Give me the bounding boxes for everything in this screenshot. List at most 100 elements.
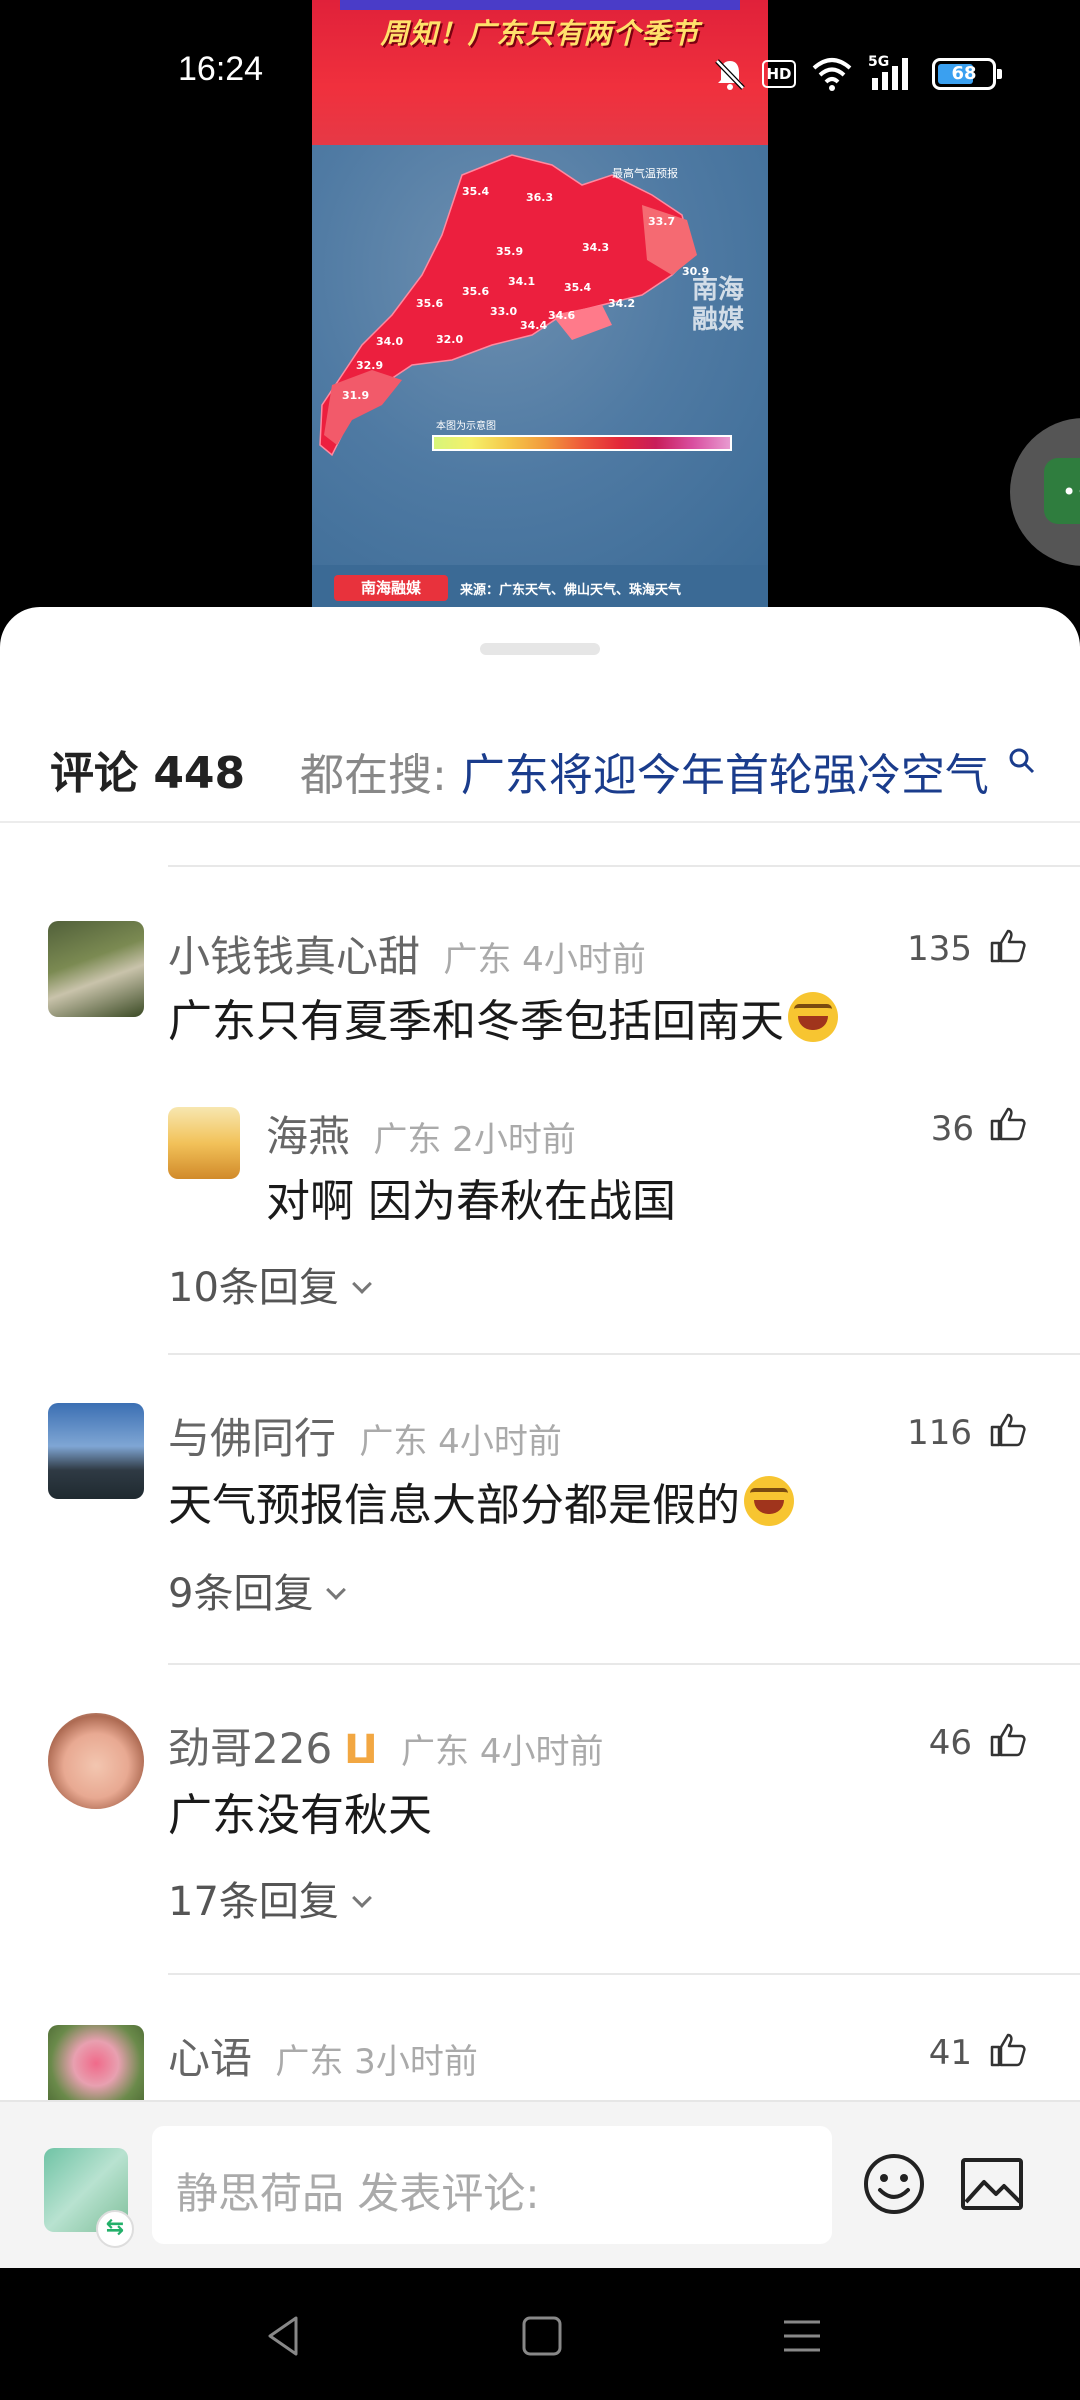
comment-input-placeholder: 静思荷品 发表评论: [176,2169,540,2218]
thread-divider [168,1973,1080,1975]
temp-label: 36.3 [526,191,554,204]
hd-icon: HD [762,60,796,88]
expand-replies-button[interactable]: 17条回复 [168,1869,372,1927]
search-icon[interactable] [1007,746,1037,776]
comment-author[interactable]: 与佛同行 广东 4小时前 [168,1405,562,1466]
map-legend-bar [432,435,732,451]
expand-replies-button[interactable]: 10条回复 [168,1255,372,1313]
thread-divider [168,1353,1080,1355]
comment-text: 广东没有秋天 [168,1790,432,1841]
reply-like-count: 36 [930,1109,974,1149]
comment-meta: 广东 3小时前 [275,2042,478,2082]
replies-count[interactable]: 10条回复 [168,1265,339,1311]
temp-label: 32.9 [356,359,384,372]
thread-divider [168,865,1080,867]
temp-label: 34.1 [508,275,536,288]
video-watermark: 南海融媒 [692,275,745,335]
video-footer: 南海融媒 来源：广东天气、佛山天气、珠海天气 [312,565,768,608]
status-icons: HD 5G 68 [712,52,1002,96]
reply-author-name[interactable]: 海燕 [266,1112,350,1161]
reply-meta: 广东 2小时前 [373,1120,576,1160]
thumbs-up-icon[interactable] [988,2029,1028,2069]
back-icon[interactable] [256,2308,312,2364]
video-banner-topbar [340,0,740,10]
replies-count[interactable]: 17条回复 [168,1879,339,1925]
video-area[interactable]: 周知！广东只有两个季节 最高气温预报 本图为示意图 南海融媒 35.4 36.3… [0,0,1080,640]
temp-label: 35.6 [462,285,490,298]
avatar[interactable] [48,1403,144,1499]
reply-text: 对啊 因为春秋在战国 [266,1176,676,1227]
hot-search-label: 都在搜: [300,750,447,801]
thread-divider [168,1663,1080,1665]
comment-text-content: 天气预报信息大部分都是假的 [168,1480,740,1531]
like-count: 116 [907,1413,972,1453]
reply-avatar[interactable] [168,1107,240,1179]
comment-text: 广东只有夏季和冬季包括回南天 [168,985,838,1049]
comment-author[interactable]: 劲哥226 ⵡ 广东 4小时前 [168,1715,603,1776]
emoji-icon[interactable] [862,2152,926,2216]
battery-tip [997,69,1002,79]
temp-label: 32.0 [436,333,464,346]
comment-author[interactable]: 小钱钱真心甜 广东 4小时前 [168,923,646,984]
expand-replies-button[interactable]: 9条回复 [168,1561,347,1619]
like-count: 41 [928,2033,972,2073]
temp-label: 30.9 [682,265,710,278]
temp-label: 35.9 [496,245,524,258]
temp-label: 34.4 [520,319,548,332]
comment-text-content: 广东只有夏季和冬季包括回南天 [168,996,784,1047]
temp-label: 33.7 [648,215,676,228]
avatar[interactable] [48,1713,144,1809]
battery-icon: 68 [932,58,1002,90]
like-count: 46 [928,1723,972,1763]
temp-label: 31.9 [342,389,370,402]
comment-sheet: 评论 448 都在搜: 广东将迎今年首轮强冷空气 小钱钱真心甜 广东 4小时前 … [0,607,1080,2267]
laughing-emoji-icon [744,1476,794,1526]
5g-signal-icon: 5G [868,54,918,92]
comment-author-name[interactable]: 心语 [168,2034,252,2083]
chevron-down-icon [352,1888,372,1908]
comment-meta: 广东 4小时前 [359,1422,562,1462]
wifi-icon [812,58,852,91]
video-source: 来源：广东天气、佛山天气、珠海天气 [460,583,682,598]
home-icon[interactable] [514,2308,570,2364]
map-legend-label: 本图为示意图 [436,421,496,432]
comment-author-name[interactable]: 劲哥226 [168,1724,332,1773]
reply-author[interactable]: 海燕 广东 2小时前 [266,1103,576,1164]
weather-map: 最高气温预报 本图为示意图 南海融媒 35.4 36.3 33.7 35.9 3… [312,145,768,565]
comments-count: 评论 448 [50,748,246,799]
temp-label: 34.6 [548,309,576,322]
hot-search-link[interactable]: 广东将迎今年首轮强冷空气 [461,750,989,801]
comment-author-name[interactable]: 与佛同行 [168,1414,336,1463]
map-legend-title: 最高气温预报 [612,167,678,180]
recents-menu-icon[interactable] [774,2308,830,2364]
switch-account-icon[interactable]: ⇆ [96,2210,134,2248]
status-time: 16:24 [178,50,264,88]
comment-author[interactable]: 心语 广东 3小时前 [168,2025,478,2086]
vip-badge-icon: ⵡ [344,1727,378,1773]
header-divider [0,821,1080,823]
floating-chat-bubble[interactable]: •• [1010,418,1080,566]
comment-text: 天气预报信息大部分都是假的 [168,1469,794,1533]
laughing-emoji-icon [788,992,838,1042]
avatar[interactable] [48,921,144,1017]
comment-sheet-header: 评论 448 都在搜: 广东将迎今年首轮强冷空气 [0,727,1080,807]
more-dots-icon: •• [1062,478,1080,506]
comment-input[interactable]: 静思荷品 发表评论: [152,2126,832,2244]
thumbs-up-icon[interactable] [988,1409,1028,1449]
temp-label: 34.2 [608,297,636,310]
thumbs-up-icon[interactable] [988,1719,1028,1759]
temp-label: 35.6 [416,297,444,310]
replies-count[interactable]: 9条回复 [168,1571,313,1617]
hot-search[interactable]: 都在搜: 广东将迎今年首轮强冷空气 [300,739,1034,803]
comment-author-name[interactable]: 小钱钱真心甜 [168,932,420,981]
thumbs-up-icon[interactable] [988,1103,1028,1143]
like-count: 135 [907,929,972,969]
chevron-down-icon [352,1274,372,1294]
thumbs-up-icon[interactable] [988,925,1028,965]
comment-meta: 广东 4小时前 [443,940,646,980]
drag-handle[interactable] [480,643,600,655]
chevron-down-icon [326,1580,347,1600]
comment-input-bar: ⇆ 静思荷品 发表评论: [0,2100,1080,2268]
comment-meta: 广东 4小时前 [401,1732,604,1772]
image-icon[interactable] [960,2154,1024,2214]
